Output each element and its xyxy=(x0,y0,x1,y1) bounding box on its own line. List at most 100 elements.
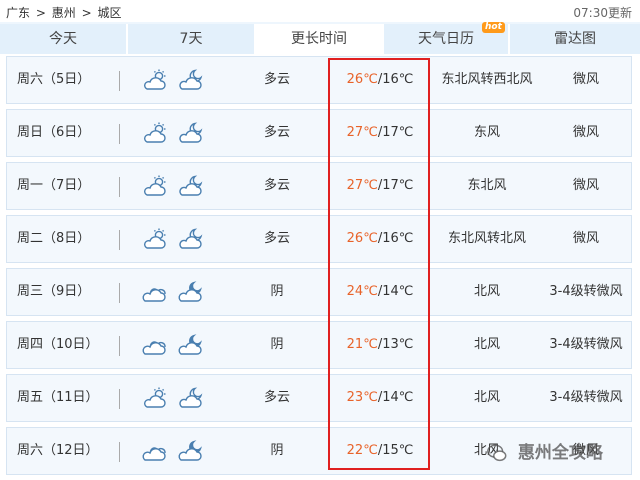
row-divider xyxy=(119,124,120,144)
wind-direction: 北风 xyxy=(473,390,500,405)
wind-level: 微风 xyxy=(572,125,599,140)
row-divider xyxy=(119,230,120,250)
cloud-moon-icon xyxy=(177,387,205,409)
partly-cloudy-sun-icon xyxy=(141,175,169,197)
cloud-moon-icon xyxy=(177,122,205,144)
watermark-text: 惠州全攻略 xyxy=(517,443,603,463)
tab-longer[interactable]: 更长时间 xyxy=(256,24,384,54)
cloud-moon-icon xyxy=(177,228,205,250)
temperature: 21℃/13℃ xyxy=(333,322,427,368)
temp-low: /14℃ xyxy=(377,390,414,405)
temp-low: /13℃ xyxy=(377,337,414,352)
temp-low: /17℃ xyxy=(377,125,414,140)
breadcrumb-city[interactable]: 惠州 xyxy=(52,6,76,20)
temp-low: /17℃ xyxy=(377,178,414,193)
row-divider xyxy=(119,442,120,462)
day-label: 周六（12日） xyxy=(17,443,99,458)
wind-level: 3-4级转微风 xyxy=(549,390,623,405)
temp-high: 26℃ xyxy=(346,72,378,87)
day-label: 周四（10日） xyxy=(17,337,99,352)
wind-direction: 北风 xyxy=(473,284,500,299)
temperature: 26℃/16℃ xyxy=(333,57,427,103)
cloudy-icon xyxy=(141,440,169,462)
temperature: 26℃/16℃ xyxy=(333,216,427,262)
overcast-moon-icon xyxy=(177,334,205,356)
temp-high: 27℃ xyxy=(346,125,378,140)
temp-low: /14℃ xyxy=(377,284,414,299)
temperature: 27℃/17℃ xyxy=(333,163,427,209)
cloud-moon-icon xyxy=(177,175,205,197)
weather-desc: 多云 xyxy=(263,390,290,405)
forecast-row: 周日（6日） 多云 27℃/17℃ 东风 微风 xyxy=(6,109,632,157)
top-bar: 广东 > 惠州 > 城区 07:30更新 xyxy=(0,0,640,22)
forecast-row: 周四（10日） 阴 21℃/13℃ 北风 3-4级转微风 xyxy=(6,321,632,369)
weather-desc: 多云 xyxy=(263,72,290,87)
wind-level: 微风 xyxy=(572,178,599,193)
forecast-row: 周六（5日） 多云 26℃/16℃ 东北风转西北风 微风 xyxy=(6,56,632,104)
temp-high: 26℃ xyxy=(346,231,378,246)
temperature: 22℃/15℃ xyxy=(333,428,427,474)
weather-desc: 多云 xyxy=(263,125,290,140)
partly-cloudy-sun-icon xyxy=(141,69,169,91)
update-time: 07:30更新 xyxy=(573,6,632,20)
breadcrumb-district: 城区 xyxy=(97,6,122,20)
day-label: 周六（5日） xyxy=(17,72,91,87)
wind-direction: 东北风转西北风 xyxy=(441,72,533,87)
day-label: 周五（11日） xyxy=(17,390,99,405)
forecast-row: 周二（8日） 多云 26℃/16℃ 东北风转北风 微风 xyxy=(6,215,632,263)
row-divider xyxy=(119,71,120,91)
partly-cloudy-sun-icon xyxy=(141,387,169,409)
weather-desc: 阴 xyxy=(270,443,284,458)
temp-high: 27℃ xyxy=(346,178,378,193)
temp-low: /16℃ xyxy=(377,231,414,246)
wind-direction: 北风 xyxy=(473,337,500,352)
row-divider xyxy=(119,336,120,356)
tab-radar[interactable]: 雷达图 xyxy=(510,24,640,54)
wind-level: 微风 xyxy=(572,231,599,246)
cloudy-icon xyxy=(141,281,169,303)
wind-level: 3-4级转微风 xyxy=(549,284,623,299)
row-divider xyxy=(119,177,120,197)
tab-calendar-label: 天气日历 xyxy=(418,31,474,47)
wind-direction: 东北风 xyxy=(467,178,507,193)
wind-direction: 东北风转北风 xyxy=(447,231,526,246)
temperature: 23℃/14℃ xyxy=(333,375,427,421)
day-label: 周日（6日） xyxy=(17,125,91,140)
weather-desc: 多云 xyxy=(263,178,290,193)
breadcrumb-separator: > xyxy=(35,6,46,20)
temp-low: /15℃ xyxy=(377,443,414,458)
day-label: 周一（7日） xyxy=(17,178,91,193)
overcast-moon-icon xyxy=(177,281,205,303)
tab-7days[interactable]: 7天 xyxy=(128,24,256,54)
cloudy-icon xyxy=(141,334,169,356)
day-label: 周二（8日） xyxy=(17,231,91,246)
weather-desc: 阴 xyxy=(270,284,284,299)
wechat-icon xyxy=(487,444,507,462)
watermark: 惠州全攻略 xyxy=(486,438,603,464)
wind-level: 微风 xyxy=(572,72,599,87)
forecast-tabs: 今天 7天 更长时间 天气日历 hot 雷达图 xyxy=(0,22,640,54)
forecast-row: 周五（11日） 多云 23℃/14℃ 北风 3-4级转微风 xyxy=(6,374,632,422)
weather-desc: 多云 xyxy=(263,231,290,246)
breadcrumb-separator: > xyxy=(81,6,92,20)
day-label: 周三（9日） xyxy=(17,284,91,299)
tab-today[interactable]: 今天 xyxy=(0,24,128,54)
partly-cloudy-sun-icon xyxy=(141,122,169,144)
temp-high: 22℃ xyxy=(346,443,378,458)
partly-cloudy-sun-icon xyxy=(141,228,169,250)
wind-level: 3-4级转微风 xyxy=(549,337,623,352)
temperature: 27℃/17℃ xyxy=(333,110,427,156)
row-divider xyxy=(119,283,120,303)
temp-low: /16℃ xyxy=(377,72,414,87)
tab-calendar[interactable]: 天气日历 hot xyxy=(384,22,510,54)
hot-badge: hot xyxy=(482,22,505,33)
breadcrumb-province[interactable]: 广东 xyxy=(6,6,30,20)
temp-high: 23℃ xyxy=(346,390,378,405)
wind-direction: 东风 xyxy=(473,125,500,140)
row-divider xyxy=(119,389,120,409)
temperature: 24℃/14℃ xyxy=(333,269,427,315)
forecast-row: 周一（7日） 多云 27℃/17℃ 东北风 微风 xyxy=(6,162,632,210)
breadcrumb: 广东 > 惠州 > 城区 xyxy=(6,4,123,21)
weather-desc: 阴 xyxy=(270,337,284,352)
cloud-moon-icon xyxy=(177,69,205,91)
